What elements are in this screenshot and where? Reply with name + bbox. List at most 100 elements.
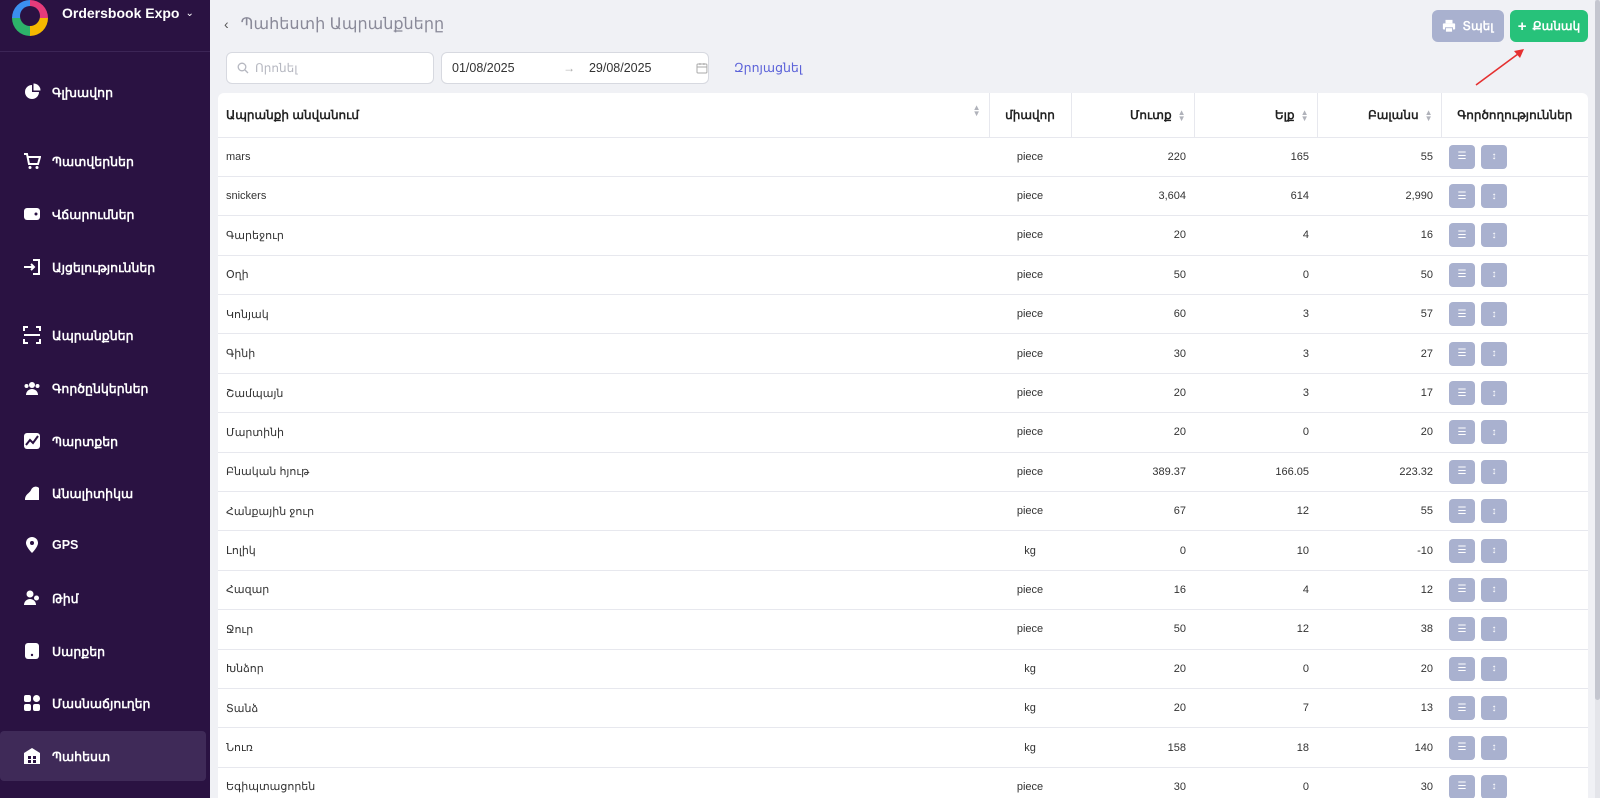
list-icon[interactable]: ☰ xyxy=(1449,341,1475,366)
list-icon[interactable]: ☰ xyxy=(1449,774,1475,798)
move-vertical-icon[interactable]: ↕ xyxy=(1481,223,1507,248)
table-row: Գինի piece 30 3 27 ☰ ↕ xyxy=(218,333,1588,374)
in-cell: 16 xyxy=(1071,570,1194,611)
move-vertical-icon[interactable]: ↕ xyxy=(1481,656,1507,681)
move-vertical-icon[interactable]: ↕ xyxy=(1481,774,1507,798)
product-name-cell: Խնձոր xyxy=(218,649,989,689)
print-button[interactable]: Տպել xyxy=(1432,10,1504,42)
sidebar-item-5[interactable]: Գործընկերներ xyxy=(0,363,206,413)
sidebar-item-12[interactable]: Պահեստ xyxy=(0,731,206,781)
date-range-picker[interactable]: 01/08/2025 → 29/08/2025 xyxy=(441,52,709,84)
table-row: Կոնյակ piece 60 3 57 ☰ ↕ xyxy=(218,294,1588,335)
move-vertical-icon[interactable]: ↕ xyxy=(1481,577,1507,602)
move-vertical-icon[interactable]: ↕ xyxy=(1481,184,1507,209)
list-icon[interactable]: ☰ xyxy=(1449,656,1475,681)
table-row: snickers piece 3,604 614 2,990 ☰ ↕ xyxy=(218,176,1588,217)
sidebar-item-9[interactable]: Թիմ xyxy=(0,573,206,623)
move-vertical-icon[interactable]: ↕ xyxy=(1481,538,1507,563)
column-header-product-name[interactable]: Ապրանքի անվանում ▲ ▼ xyxy=(218,93,990,138)
reset-filters-link[interactable]: Զրոյացնել xyxy=(734,60,802,75)
move-vertical-icon[interactable]: ↕ xyxy=(1481,341,1507,366)
sort-icon[interactable]: ▲ ▼ xyxy=(973,103,981,117)
list-icon[interactable]: ☰ xyxy=(1449,735,1475,760)
balance-cell: 50 xyxy=(1317,255,1441,296)
table-row: Գարեջուր piece 20 4 16 ☰ ↕ xyxy=(218,215,1588,256)
sidebar-item-1[interactable]: Պատվերներ xyxy=(0,136,206,186)
move-vertical-icon[interactable]: ↕ xyxy=(1481,696,1507,721)
page-scrollbar[interactable] xyxy=(1595,0,1600,798)
column-header-out[interactable]: Ելք ▲ ▼ xyxy=(1194,93,1318,138)
sidebar-item-4[interactable]: Ապրանքներ xyxy=(0,310,206,360)
out-cell: 3 xyxy=(1194,373,1317,414)
move-vertical-icon[interactable]: ↕ xyxy=(1481,420,1507,445)
search-field[interactable] xyxy=(226,52,434,84)
actions-cell: ☰ ↕ xyxy=(1441,215,1588,256)
sort-icon[interactable]: ▲ ▼ xyxy=(1178,108,1186,122)
list-icon[interactable]: ☰ xyxy=(1449,420,1475,445)
sort-icon[interactable]: ▲ ▼ xyxy=(1301,108,1309,122)
column-header-unit: միավոր xyxy=(989,93,1072,138)
move-vertical-icon[interactable]: ↕ xyxy=(1481,302,1507,327)
move-vertical-icon[interactable]: ↕ xyxy=(1481,381,1507,406)
list-icon[interactable]: ☰ xyxy=(1449,381,1475,406)
list-icon[interactable]: ☰ xyxy=(1449,302,1475,327)
users-icon xyxy=(22,378,42,398)
in-cell: 389.37 xyxy=(1071,452,1194,493)
list-icon[interactable]: ☰ xyxy=(1449,617,1475,642)
date-from[interactable]: 01/08/2025 xyxy=(452,61,563,75)
actions-cell: ☰ ↕ xyxy=(1441,452,1588,493)
sidebar-item-6[interactable]: Պարտքեր xyxy=(0,416,206,466)
list-icon[interactable]: ☰ xyxy=(1449,577,1475,602)
sidebar-item-8[interactable]: GPS xyxy=(0,520,206,570)
brand-header[interactable]: Ordersbook Expo ⌄ xyxy=(0,0,210,52)
list-icon[interactable]: ☰ xyxy=(1449,459,1475,484)
in-cell: 20 xyxy=(1071,649,1194,689)
list-icon[interactable]: ☰ xyxy=(1449,538,1475,563)
unit-cell: kg xyxy=(989,727,1071,768)
move-vertical-icon[interactable]: ↕ xyxy=(1481,499,1507,524)
out-cell: 12 xyxy=(1194,609,1317,650)
product-name-cell: Բնական հյութ xyxy=(218,452,989,493)
chevron-down-icon[interactable]: ⌄ xyxy=(185,8,193,19)
table-row: Շամպայն piece 20 3 17 ☰ ↕ xyxy=(218,373,1588,414)
product-name-cell: Հանքային ջուր xyxy=(218,491,989,532)
sidebar-item-2[interactable]: Վճարումներ xyxy=(0,189,206,239)
list-icon[interactable]: ☰ xyxy=(1449,262,1475,287)
printer-icon xyxy=(1443,19,1456,33)
balance-cell: 57 xyxy=(1317,294,1441,335)
sidebar-item-0[interactable]: Գլխավոր xyxy=(0,67,206,117)
sort-icon[interactable]: ▲ ▼ xyxy=(1425,108,1433,122)
move-vertical-icon[interactable]: ↕ xyxy=(1481,617,1507,642)
column-header-in[interactable]: Մուտք ▲ ▼ xyxy=(1071,93,1195,138)
calendar-icon[interactable] xyxy=(696,62,708,74)
product-name-cell: Հազար xyxy=(218,570,989,611)
date-to[interactable]: 29/08/2025 xyxy=(589,61,696,75)
out-cell: 4 xyxy=(1194,570,1317,611)
out-cell: 0 xyxy=(1194,255,1317,296)
list-icon[interactable]: ☰ xyxy=(1449,499,1475,524)
list-icon[interactable]: ☰ xyxy=(1449,223,1475,248)
list-icon[interactable]: ☰ xyxy=(1449,696,1475,721)
unit-cell: piece xyxy=(989,255,1071,296)
arrow-right-icon: → xyxy=(563,61,576,75)
sidebar-item-3[interactable]: Այցելություններ xyxy=(0,242,206,292)
add-quantity-button[interactable]: + Քանակ xyxy=(1510,10,1588,42)
move-vertical-icon[interactable]: ↕ xyxy=(1481,459,1507,484)
app-name[interactable]: Ordersbook Expo xyxy=(62,5,179,21)
actions-cell: ☰ ↕ xyxy=(1441,373,1588,414)
back-arrow-icon[interactable]: ‹ xyxy=(224,16,229,32)
product-name-cell: Տանձ xyxy=(218,688,989,729)
scrollbar-thumb[interactable] xyxy=(1595,0,1600,700)
move-vertical-icon[interactable]: ↕ xyxy=(1481,735,1507,760)
sidebar-item-11[interactable]: Մասնաճյուղեր xyxy=(0,678,206,728)
move-vertical-icon[interactable]: ↕ xyxy=(1481,262,1507,287)
move-vertical-icon[interactable]: ↕ xyxy=(1481,144,1507,169)
list-icon[interactable]: ☰ xyxy=(1449,144,1475,169)
sidebar-item-7[interactable]: Անալիտիկա xyxy=(0,468,206,518)
sidebar-item-10[interactable]: Սարքեր xyxy=(0,626,206,676)
list-icon[interactable]: ☰ xyxy=(1449,184,1475,209)
column-header-balance[interactable]: Բալանս ▲ ▼ xyxy=(1317,93,1442,138)
column-header-actions: Գործողություններ xyxy=(1441,93,1588,138)
search-input[interactable] xyxy=(255,61,425,75)
team-icon xyxy=(22,588,42,608)
